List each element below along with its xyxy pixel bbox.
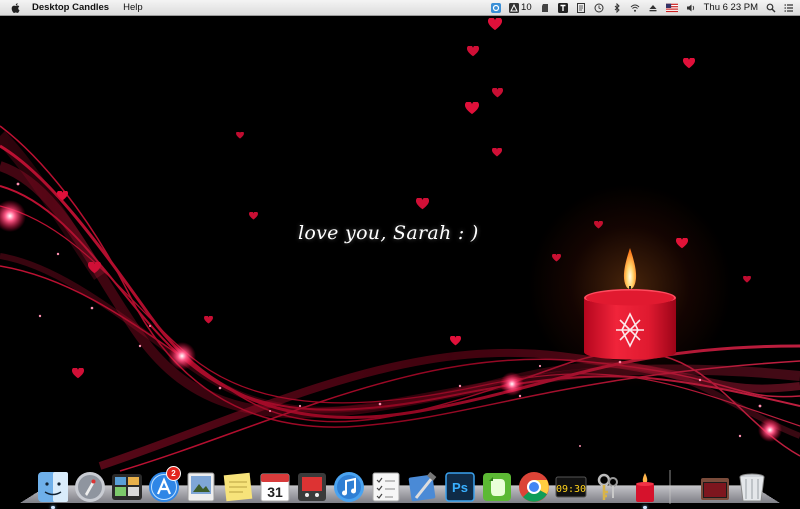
- heart-icon: [450, 336, 461, 346]
- preview-icon[interactable]: [184, 470, 218, 504]
- heart-icon: [465, 102, 479, 115]
- sync-icon[interactable]: [491, 2, 502, 13]
- spotlight-search-icon[interactable]: [766, 3, 776, 13]
- status-menu-area: 10 Thu 6 23 PM: [491, 0, 794, 15]
- heart-icon: [467, 46, 479, 57]
- apple-menu-icon[interactable]: [10, 2, 22, 14]
- heart-icon: [488, 18, 502, 31]
- calendar-icon[interactable]: 31: [258, 470, 292, 504]
- reminders-icon[interactable]: [369, 470, 403, 504]
- wifi-icon[interactable]: [630, 3, 640, 13]
- volume-icon[interactable]: [686, 3, 696, 13]
- help-menu[interactable]: Help: [123, 2, 143, 13]
- evernote-status-icon[interactable]: [540, 3, 550, 13]
- candle-app-icon[interactable]: [628, 470, 662, 509]
- notification-center-icon[interactable]: [784, 3, 794, 13]
- heart-icon: [416, 198, 429, 210]
- heart-icon: [72, 368, 84, 379]
- heart-icon: [249, 212, 258, 220]
- evernote-icon[interactable]: [480, 470, 514, 504]
- photoshop-icon[interactable]: Ps: [443, 470, 477, 504]
- finder-icon[interactable]: [36, 470, 70, 509]
- menu-bar: Desktop Candles Help 10 Thu 6 23 PM: [0, 0, 800, 16]
- trash-icon[interactable]: [735, 470, 769, 504]
- xcode-icon[interactable]: [406, 470, 440, 504]
- candle-icon[interactable]: [578, 234, 682, 374]
- clock-time: 09:30: [556, 484, 586, 495]
- us-flag-icon[interactable]: [665, 3, 678, 13]
- document-icon[interactable]: [576, 2, 586, 13]
- photo-booth-icon[interactable]: [295, 470, 329, 504]
- clock-menu[interactable]: Thu 6 23 PM: [704, 2, 758, 13]
- heart-icon: [492, 88, 503, 98]
- keychain-icon[interactable]: [591, 470, 625, 504]
- eject-icon[interactable]: [648, 3, 658, 13]
- heart-icon: [683, 58, 695, 69]
- stickies-icon[interactable]: [221, 470, 255, 504]
- time-machine-icon[interactable]: [594, 3, 604, 13]
- photoshop-label: Ps: [452, 480, 468, 495]
- desktop-wallpaper: love you, Sarah : ) 2 31 Ps 09:30: [0, 16, 800, 509]
- downloads-folder-icon[interactable]: [698, 470, 732, 504]
- adobe-count: 10: [521, 2, 532, 13]
- app-name-menu[interactable]: Desktop Candles: [32, 2, 109, 13]
- launchpad-icon[interactable]: [73, 470, 107, 504]
- heart-icon: [236, 132, 244, 139]
- love-message: love you, Sarah : ): [298, 222, 479, 244]
- text-icon[interactable]: [557, 2, 568, 13]
- clock-icon[interactable]: 09:30: [554, 470, 588, 504]
- notification-badge: 2: [166, 466, 181, 481]
- heart-icon: [492, 148, 502, 157]
- app-store-icon[interactable]: 2: [147, 466, 181, 504]
- itunes-icon[interactable]: [332, 470, 366, 504]
- mission-control-icon[interactable]: [110, 470, 144, 504]
- calendar-date: 31: [267, 484, 283, 500]
- heart-icon: [88, 262, 101, 274]
- bluetooth-icon[interactable]: [612, 2, 622, 13]
- dock: 2 31 Ps 09:30: [36, 464, 769, 509]
- adobe-icon: [509, 2, 520, 13]
- heart-icon: [57, 191, 68, 201]
- chrome-icon[interactable]: [517, 470, 551, 504]
- heart-icon: [204, 316, 213, 324]
- adobe-status[interactable]: 10: [509, 2, 532, 13]
- dock-separator: [669, 470, 671, 504]
